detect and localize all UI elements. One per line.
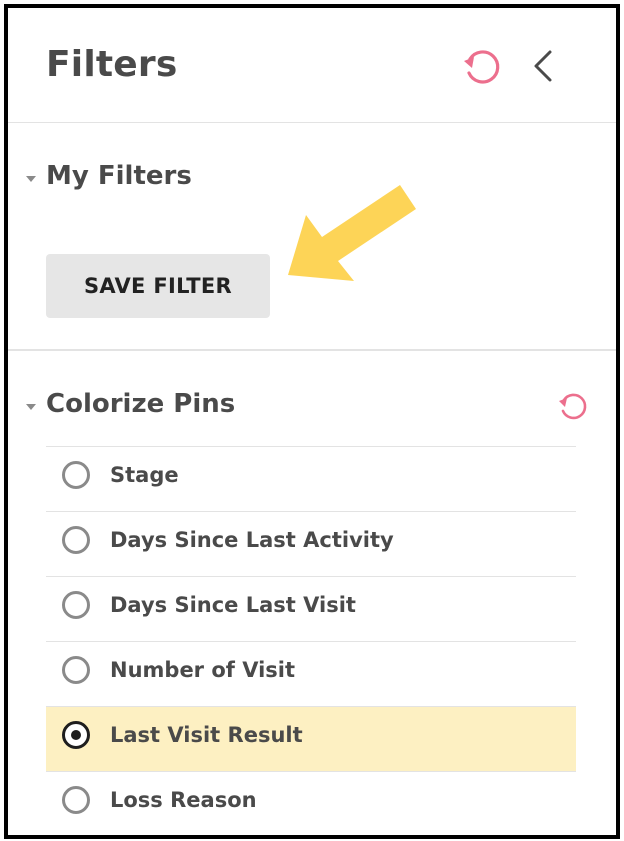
save-filter-button[interactable]: SAVE FILTER <box>46 254 270 318</box>
radio-button[interactable] <box>62 786 90 814</box>
panel-header: Filters <box>8 8 616 123</box>
colorize-options-list: Stage Days Since Last Activity Days Sinc… <box>46 446 576 835</box>
radio-button[interactable] <box>62 591 90 619</box>
radio-button[interactable] <box>62 526 90 554</box>
option-number-of-visit[interactable]: Number of Visit <box>46 641 576 706</box>
option-stage[interactable]: Stage <box>46 446 576 511</box>
annotation-arrow-icon <box>288 185 416 281</box>
my-filters-title[interactable]: My Filters <box>46 161 192 191</box>
option-label: Loss Reason <box>110 788 257 812</box>
option-label: Days Since Last Visit <box>110 593 356 617</box>
option-days-since-last-visit[interactable]: Days Since Last Visit <box>46 576 576 641</box>
chevron-left-icon[interactable] <box>528 46 558 86</box>
caret-down-icon[interactable] <box>26 176 36 182</box>
option-loss-reason[interactable]: Loss Reason <box>46 771 576 835</box>
reset-icon[interactable] <box>556 389 590 423</box>
radio-button[interactable] <box>62 461 90 489</box>
radio-button[interactable] <box>62 656 90 684</box>
option-label: Last Visit Result <box>110 723 303 747</box>
radio-button-selected[interactable] <box>62 721 90 749</box>
option-days-since-last-activity[interactable]: Days Since Last Activity <box>46 511 576 576</box>
option-label: Stage <box>110 463 179 487</box>
option-label: Number of Visit <box>110 658 296 682</box>
colorize-pins-title[interactable]: Colorize Pins <box>46 389 235 419</box>
colorize-pins-section: Colorize Pins Stage Days Since Last Acti… <box>8 351 616 835</box>
caret-down-icon[interactable] <box>26 404 36 410</box>
option-label: Days Since Last Activity <box>110 528 394 552</box>
reset-icon[interactable] <box>460 45 504 89</box>
my-filters-section: My Filters SAVE FILTER <box>8 123 616 351</box>
filters-panel: Filters My Filters SAVE FILTER Colorize … <box>4 4 620 839</box>
option-last-visit-result[interactable]: Last Visit Result <box>46 706 576 771</box>
page-title: Filters <box>46 44 178 85</box>
